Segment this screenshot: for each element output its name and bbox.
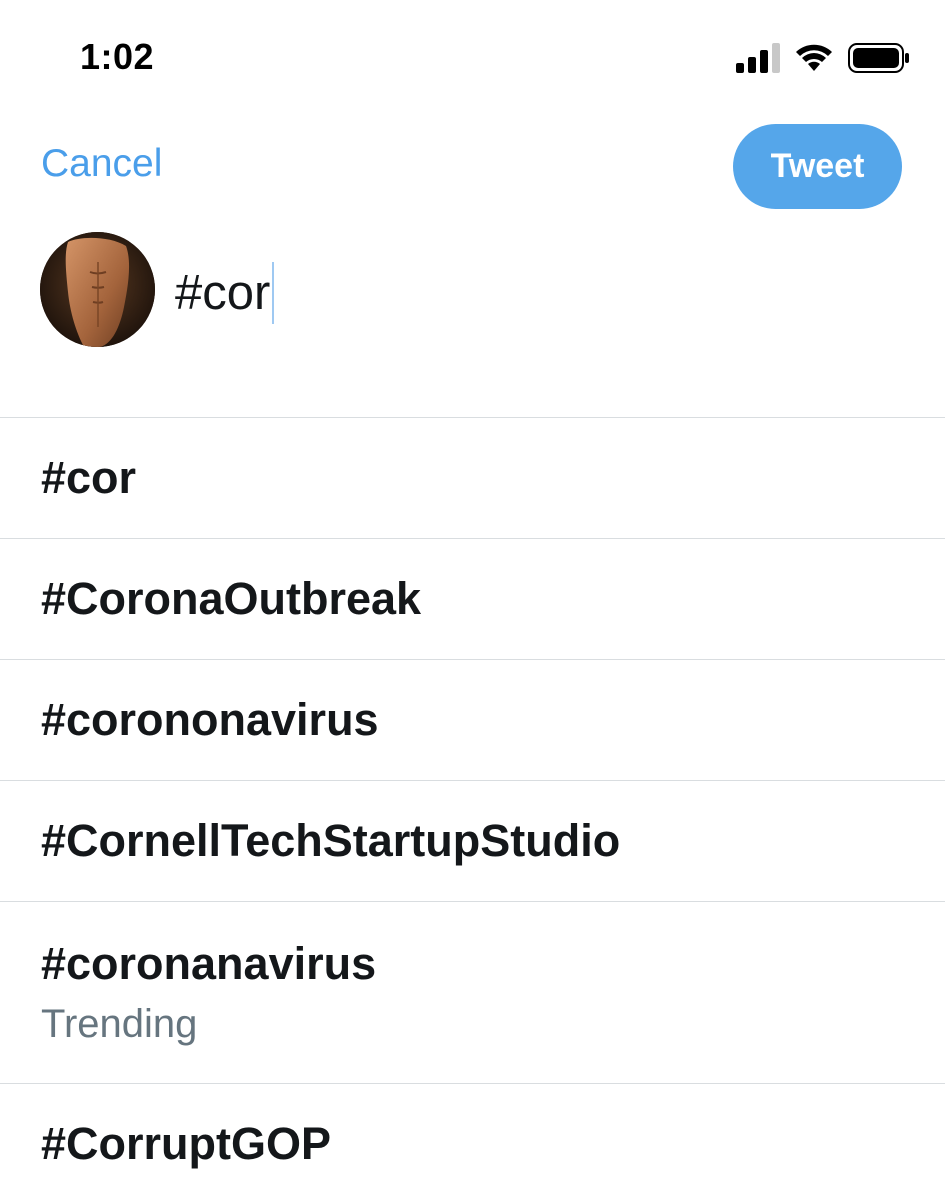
status-time: 1:02 xyxy=(80,36,155,77)
signal-icon xyxy=(736,43,780,73)
compose-text: #cor xyxy=(175,266,271,320)
suggestion-tag: #CornellTechStartupStudio xyxy=(41,815,621,867)
compose-input[interactable]: #cor xyxy=(175,262,275,324)
suggestion-tag: #CoronaOutbreak xyxy=(41,573,422,625)
suggestion-item[interactable]: #cor xyxy=(0,417,945,538)
suggestion-item[interactable]: #CorruptGOP xyxy=(0,1083,945,1204)
suggestion-tag: #corononavirus xyxy=(41,694,379,746)
cancel-button[interactable]: Cancel xyxy=(41,142,162,186)
compose-header: Cancel Tweet xyxy=(0,120,945,215)
battery-icon xyxy=(848,43,910,73)
text-caret xyxy=(272,262,275,324)
status-bar: 1:02 xyxy=(0,0,945,110)
status-icons xyxy=(736,40,910,76)
suggestion-tag: #coronanavirus xyxy=(41,937,377,989)
trending-label: Trending xyxy=(41,1002,198,1047)
suggestion-item[interactable]: #CoronaOutbreak xyxy=(0,538,945,659)
wifi-icon xyxy=(794,43,834,73)
suggestion-item[interactable]: #coronanavirus Trending xyxy=(0,901,945,1083)
suggestion-tag: #cor xyxy=(41,452,137,504)
tweet-button[interactable]: Tweet xyxy=(733,124,902,209)
suggestion-item[interactable]: #corononavirus xyxy=(0,659,945,780)
hashtag-suggestions: #cor #CoronaOutbreak #corononavirus #Cor… xyxy=(0,417,945,1204)
suggestion-item[interactable]: #CornellTechStartupStudio xyxy=(0,780,945,901)
suggestion-tag: #CorruptGOP xyxy=(41,1118,332,1170)
avatar[interactable] xyxy=(40,232,155,347)
